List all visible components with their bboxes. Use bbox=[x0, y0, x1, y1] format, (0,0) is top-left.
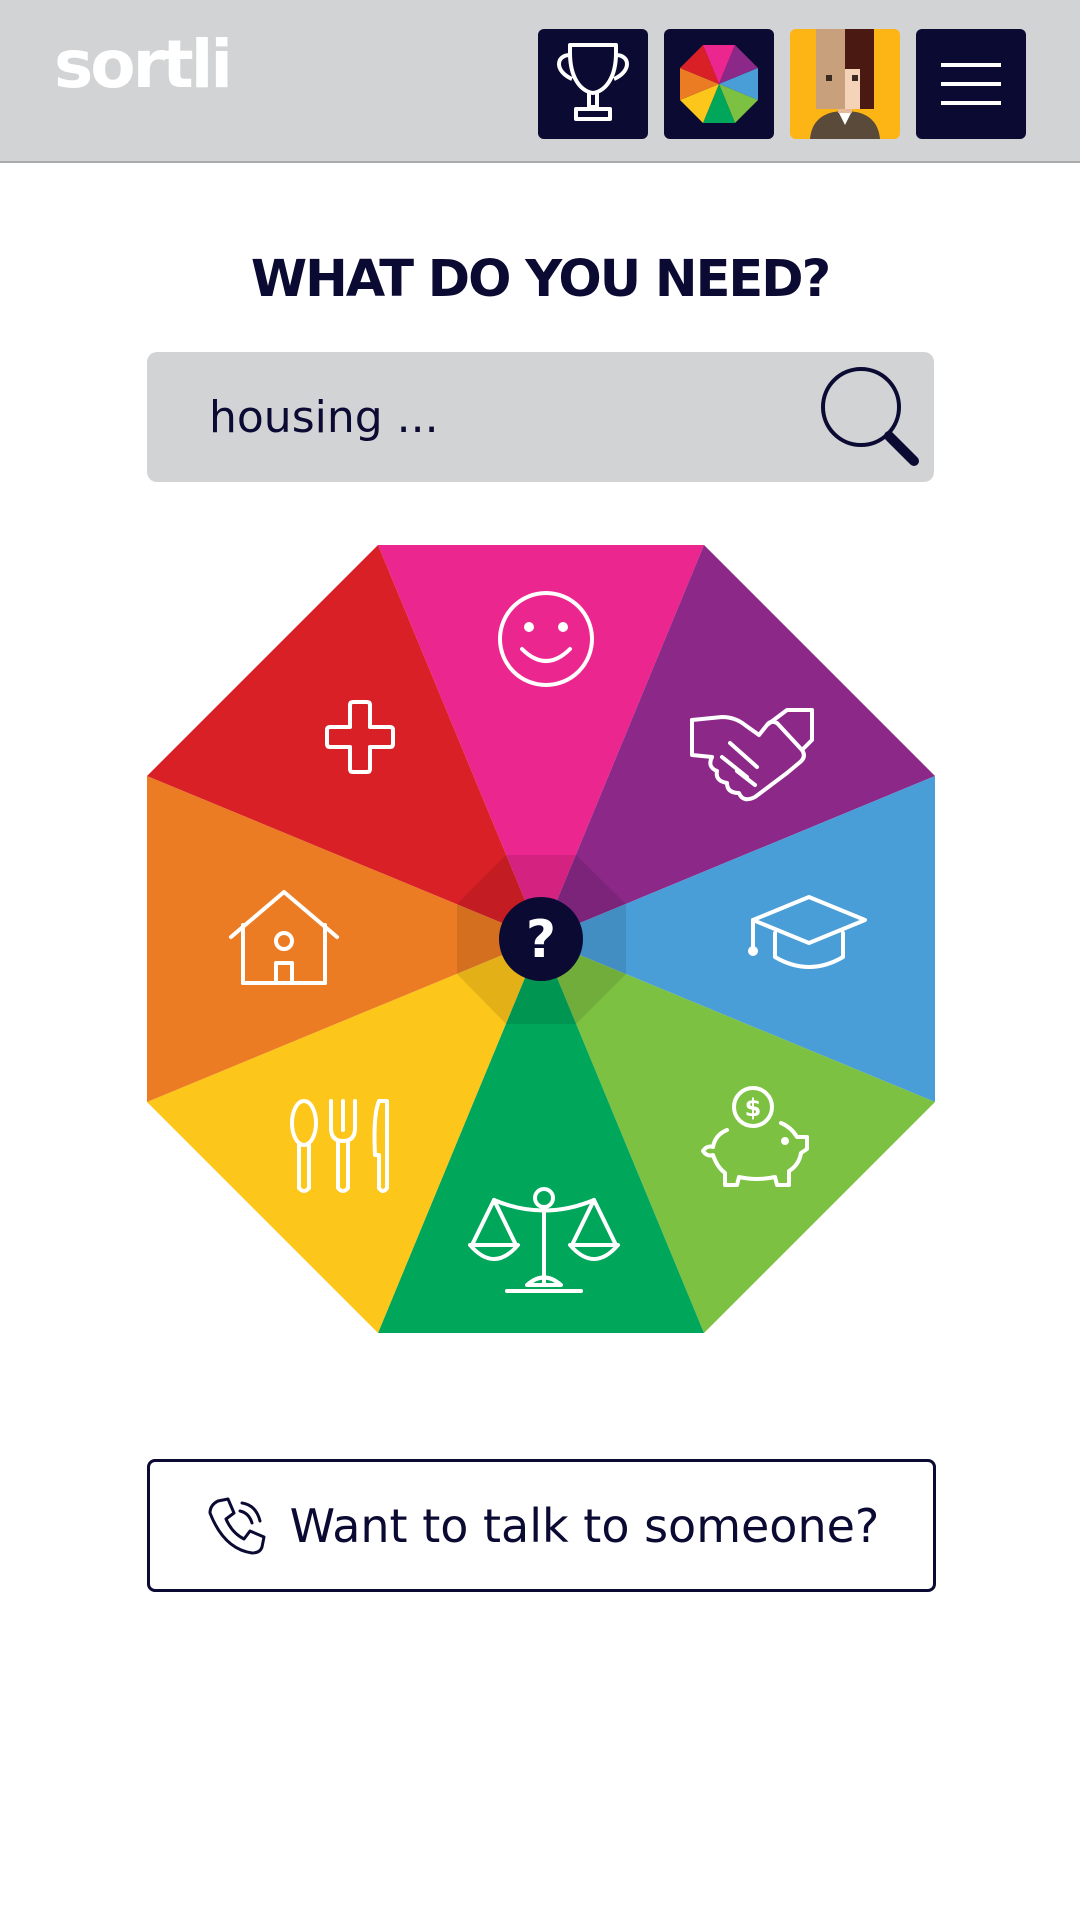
search-icon[interactable] bbox=[815, 360, 925, 470]
help-question-mark: ? bbox=[526, 910, 556, 970]
phone-icon bbox=[208, 1497, 266, 1554]
trophy-icon bbox=[557, 43, 629, 121]
color-wheel-icon bbox=[680, 45, 758, 123]
talk-button-label: Want to talk to someone? bbox=[289, 1498, 880, 1553]
trophy-button[interactable] bbox=[538, 29, 648, 139]
talk-to-someone-button[interactable]: Want to talk to someone? bbox=[147, 1459, 936, 1592]
help-center-button[interactable]: ? bbox=[499, 897, 583, 981]
search-input[interactable] bbox=[209, 382, 779, 452]
category-wheel: $ ? bbox=[147, 545, 935, 1333]
sortli-logo[interactable]: sortli bbox=[54, 26, 233, 103]
menu-button[interactable] bbox=[916, 29, 1026, 139]
svg-text:$: $ bbox=[745, 1094, 762, 1122]
avatar-icon bbox=[790, 29, 900, 139]
search-box bbox=[147, 352, 934, 482]
color-wheel-button[interactable] bbox=[664, 29, 774, 139]
top-bar: sortli bbox=[0, 0, 1080, 163]
hamburger-menu-icon bbox=[941, 63, 1001, 105]
avatar-button[interactable] bbox=[790, 29, 900, 139]
page-title: WHAT DO YOU NEED? bbox=[250, 250, 831, 309]
